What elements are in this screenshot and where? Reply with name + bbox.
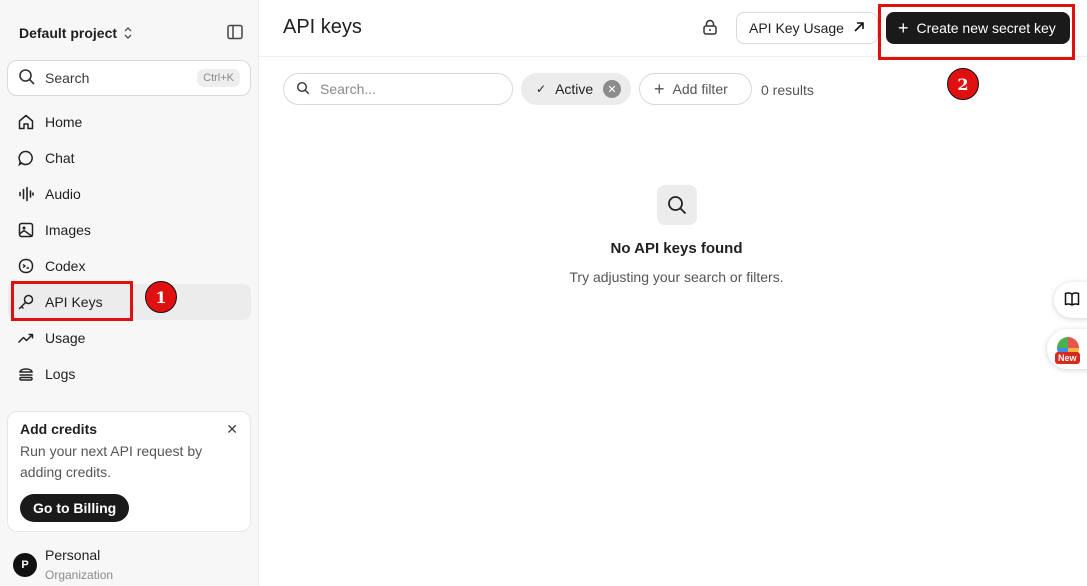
credits-title: Add credits [20, 421, 98, 437]
chevron-up-down-icon [123, 26, 133, 40]
sidebar-item-label: Codex [45, 258, 86, 274]
page-title: API keys [283, 16, 362, 38]
lock-icon[interactable] [701, 18, 719, 36]
chat-icon [17, 149, 35, 167]
check-icon: ✓ [536, 82, 547, 96]
org-switcher[interactable]: P Personal Organization [13, 547, 253, 583]
sidebar-item-usage[interactable]: Usage [0, 320, 259, 356]
search-icon [657, 185, 697, 225]
add-credits-card: Add credits Run your next API request by… [7, 411, 251, 532]
sidebar-item-label: Images [45, 222, 91, 238]
org-subtitle: Organization [45, 568, 114, 582]
annotation-box-2 [878, 4, 1075, 60]
search-placeholder: Search... [320, 81, 377, 97]
docs-floating-button[interactable] [1054, 282, 1087, 318]
avatar: P [13, 553, 37, 577]
search-shortcut: Ctrl+K [197, 69, 240, 87]
add-filter-button[interactable]: + Add filter [639, 73, 752, 105]
empty-state-title: No API keys found [610, 240, 743, 257]
keys-search-input[interactable]: Search... [283, 73, 513, 105]
sidebar-item-home[interactable]: Home [0, 104, 259, 140]
org-name: Personal [45, 547, 101, 563]
credits-description: Run your next API request by adding cred… [20, 443, 203, 480]
plus-icon: + [654, 79, 665, 99]
sidebar-item-logs[interactable]: Logs [0, 356, 259, 392]
active-filter-chip[interactable]: ✓ Active ✕ [521, 73, 631, 105]
search-icon [18, 68, 36, 89]
sidebar-item-chat[interactable]: Chat [0, 140, 259, 176]
audio-icon [17, 185, 35, 203]
sidebar-item-label: API Keys [45, 294, 103, 310]
trend-icon [17, 329, 35, 347]
image-icon [17, 221, 35, 239]
search-icon [296, 81, 310, 98]
home-icon [17, 113, 35, 131]
annotation-marker-1: 1 [145, 281, 177, 313]
book-icon [1063, 290, 1081, 311]
results-count: 0 results [761, 82, 814, 98]
project-switcher[interactable]: Default project [19, 22, 245, 44]
project-name: Default project [19, 25, 118, 41]
search-label: Search [45, 70, 90, 86]
sidebar-item-audio[interactable]: Audio [0, 176, 259, 212]
clear-filter-icon[interactable]: ✕ [603, 80, 621, 98]
api-key-usage-button[interactable]: API Key Usage [736, 12, 878, 44]
sidebar-item-label: Home [45, 114, 83, 130]
whats-new-floating-button[interactable]: New [1047, 329, 1087, 369]
arrow-up-right-icon [853, 20, 865, 36]
annotation-marker-2: 2 [947, 68, 979, 100]
logs-icon [17, 365, 35, 383]
sidebar-item-label: Audio [45, 186, 81, 202]
sidebar-item-label: Logs [45, 366, 76, 382]
key-icon [17, 293, 35, 311]
sidebar-search[interactable]: Search Ctrl+K [7, 60, 251, 96]
go-to-billing-button[interactable]: Go to Billing [20, 494, 130, 522]
active-chip-label: Active [555, 81, 594, 97]
codex-icon [17, 257, 35, 275]
new-badge: New [1055, 352, 1080, 364]
sidebar-item-label: Chat [45, 150, 75, 166]
usage-button-label: API Key Usage [749, 20, 844, 36]
add-filter-label: Add filter [672, 81, 728, 97]
sidebar-toggle-icon[interactable] [226, 23, 244, 41]
sidebar-item-label: Usage [45, 330, 86, 346]
close-icon[interactable]: ✕ [226, 421, 238, 438]
